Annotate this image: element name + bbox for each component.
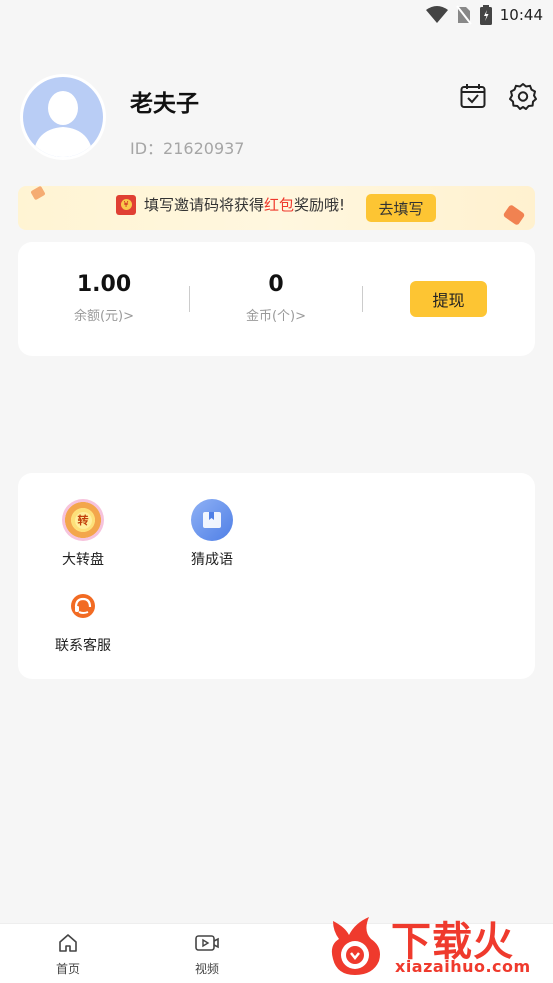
home-icon xyxy=(59,934,77,952)
headset-icon xyxy=(62,585,104,627)
service-label: 大转盘 xyxy=(62,552,104,568)
status-icons: 10:44 xyxy=(425,5,543,25)
wallet-card: 1.00 余额(元)> 0 金币(个)> 提现 xyxy=(18,242,535,356)
no-sim-icon xyxy=(455,5,472,25)
wheel-icon: 转 xyxy=(62,499,104,541)
nav-label: 首页 xyxy=(55,962,80,976)
video-icon xyxy=(195,935,219,951)
nav-video[interactable]: 视频 xyxy=(177,932,237,977)
watermark-logo: 下载火 xiazaihuo.com xyxy=(325,907,547,981)
status-bar: 10:44 xyxy=(0,0,553,32)
flame-logo-icon xyxy=(331,917,380,975)
decoration-shape xyxy=(30,186,46,201)
wifi-icon xyxy=(425,6,448,23)
services-card: 转 大转盘 猜成语 联系客服 xyxy=(18,473,535,679)
avatar[interactable] xyxy=(20,74,106,160)
watermark-subtitle: xiazaihuo.com xyxy=(395,957,531,976)
service-label: 联系客服 xyxy=(55,638,111,654)
service-label: 猜成语 xyxy=(191,552,233,568)
user-id: ID：21620937 xyxy=(130,139,245,158)
invite-message: ¥ 填写邀请码将获得红包奖励哦! xyxy=(116,194,345,215)
status-time: 10:44 xyxy=(499,6,543,24)
username: 老夫子 xyxy=(130,91,199,117)
gear-icon xyxy=(509,83,537,110)
fill-invite-code-button[interactable]: 去填写 xyxy=(366,194,436,222)
balance-label: 余额(元)> xyxy=(73,309,135,324)
nav-home[interactable]: 首页 xyxy=(38,932,98,977)
avatar-placeholder-icon xyxy=(23,77,103,157)
balance-stat[interactable]: 1.00 余额(元)> xyxy=(44,272,164,324)
invite-text-highlight: 红包 xyxy=(264,196,295,214)
top-actions xyxy=(459,82,537,110)
service-lucky-wheel[interactable]: 转 大转盘 xyxy=(38,499,128,569)
service-guess-idiom[interactable]: 猜成语 xyxy=(167,499,257,569)
coins-value: 0 xyxy=(268,272,284,297)
withdraw-button[interactable]: 提现 xyxy=(410,281,487,317)
balance-value: 1.00 xyxy=(76,272,132,297)
settings-button[interactable] xyxy=(509,82,537,110)
book-icon xyxy=(191,499,233,541)
profile-header: 老夫子 ID：21620937 xyxy=(20,74,537,166)
nav-label: 视频 xyxy=(194,962,219,976)
coins-label: 金币(个)> xyxy=(245,309,307,324)
divider xyxy=(189,286,190,312)
divider xyxy=(362,286,363,312)
decoration-shape xyxy=(502,204,526,226)
red-envelope-icon: ¥ xyxy=(116,194,136,215)
calendar-check-button[interactable] xyxy=(459,82,487,110)
battery-icon xyxy=(479,5,492,25)
coins-stat[interactable]: 0 金币(个)> xyxy=(216,272,336,324)
service-customer-support[interactable]: 联系客服 xyxy=(38,585,128,655)
invite-code-banner[interactable]: ¥ 填写邀请码将获得红包奖励哦! 去填写 xyxy=(18,186,535,230)
calendar-check-icon xyxy=(460,84,486,108)
invite-text: 填写邀请码将获得红包奖励哦! xyxy=(144,196,346,214)
